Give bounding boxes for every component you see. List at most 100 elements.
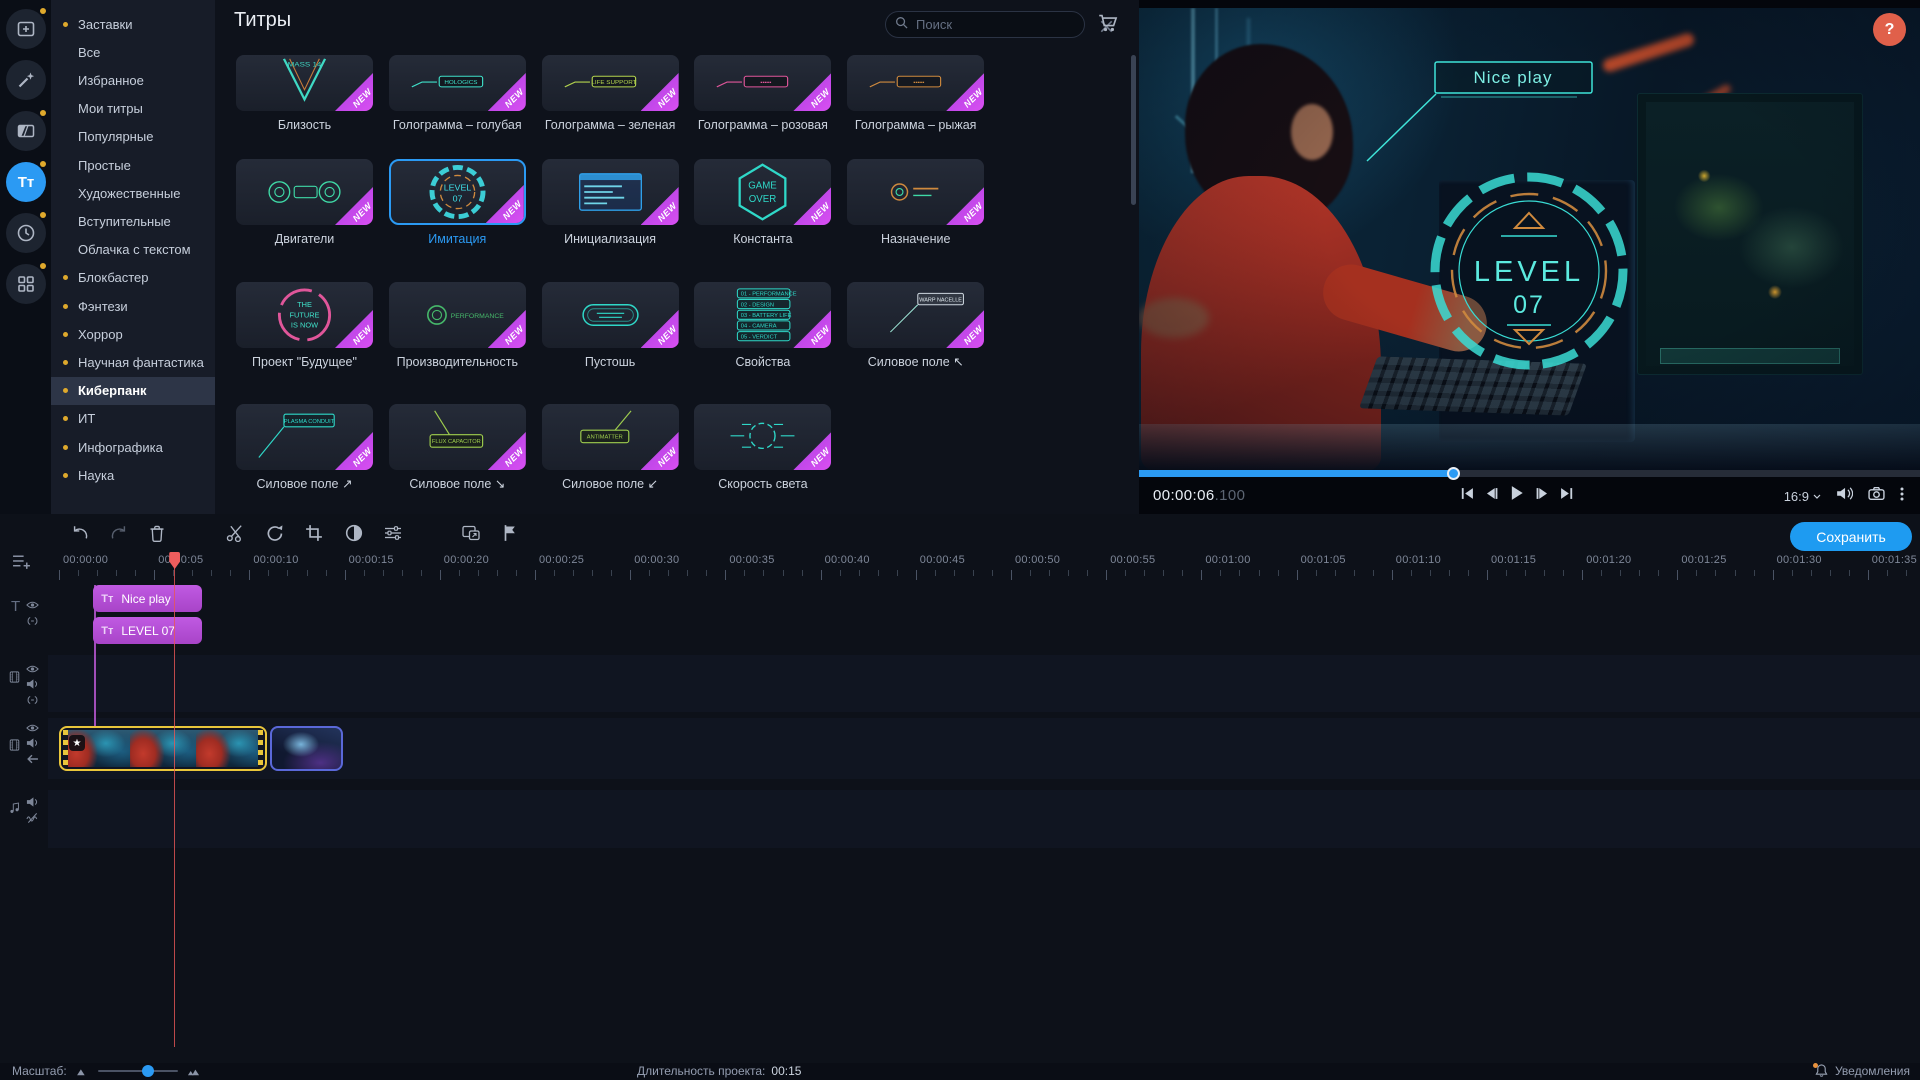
title-clip[interactable]: TтNice play — [93, 585, 202, 612]
overlay-track-visibility-icon[interactable] — [26, 662, 40, 676]
title-template-card[interactable]: FLUX CAPACITORNEWСиловое поле ↘ — [389, 404, 526, 493]
svg-text:LEVEL: LEVEL — [443, 183, 471, 193]
rail-item-titles[interactable]: Tт — [6, 162, 46, 202]
notifications-button[interactable]: Уведомления — [1815, 1064, 1910, 1078]
scissors-icon[interactable] — [224, 522, 246, 544]
crop-icon[interactable] — [303, 522, 325, 544]
sidebar-item-14[interactable]: Киберпанк — [51, 377, 215, 405]
svg-text:03 - BATTERY LIFE: 03 - BATTERY LIFE — [741, 313, 792, 319]
volume-icon[interactable] — [1836, 486, 1853, 506]
sidebar-item-17[interactable]: Наука — [51, 461, 215, 489]
rail-item-import[interactable] — [6, 9, 46, 49]
overlay-track-icon[interactable] — [8, 670, 22, 684]
sidebar-item-4[interactable]: Мои титры — [51, 95, 215, 123]
sidebar-item-12[interactable]: Хоррор — [51, 320, 215, 348]
title-template-card[interactable]: ▪▪▪▪▪NEWГолограмма – розовая — [694, 55, 831, 134]
sliders-icon[interactable] — [382, 522, 404, 544]
title-template-card[interactable]: 01 - PERFORMANCE02 - DESIGN03 - BATTERY … — [694, 282, 831, 371]
title-template-card[interactable]: PLASMA CONDUITNEWСиловое поле ↗ — [236, 404, 373, 493]
title-track-visibility-icon[interactable] — [26, 598, 40, 612]
category-label: Все — [78, 45, 100, 60]
aspect-ratio-select[interactable]: 16:9 — [1784, 489, 1821, 504]
zoom-in-mountain-icon[interactable] — [187, 1067, 200, 1076]
title-template-card[interactable]: NEWСкорость света — [694, 404, 831, 493]
title-track-link-icon[interactable] — [26, 614, 40, 628]
title-template-card[interactable]: NEWНазначение — [847, 159, 984, 248]
skip-end-button[interactable] — [1560, 487, 1573, 505]
audio-track-wave-icon[interactable] — [26, 811, 40, 825]
contrast-icon[interactable] — [343, 522, 365, 544]
store-cart-icon[interactable] — [1098, 14, 1120, 34]
sidebar-item-7[interactable]: Художественные — [51, 179, 215, 207]
title-template-card[interactable]: ANTIMATTERNEWСиловое поле ↙ — [542, 404, 679, 493]
sidebar-item-16[interactable]: Инфографика — [51, 433, 215, 461]
zoom-slider-thumb[interactable] — [142, 1065, 154, 1077]
title-template-card[interactable]: PERFORMANCENEWПроизводительность — [389, 282, 526, 371]
timeline-zoom-slider[interactable] — [98, 1070, 178, 1072]
skip-start-button[interactable] — [1461, 487, 1474, 505]
title-template-card[interactable]: WARP NACELLENEWСиловое поле ↖ — [847, 282, 984, 371]
video-track-visibility-icon[interactable] — [26, 721, 40, 735]
title-template-card[interactable]: THEFUTUREIS NOWNEWПроект "Будущее" — [236, 282, 373, 371]
title-template-card[interactable]: LEVEL07NEWИмитация — [389, 159, 526, 248]
preview-panel: Nice play LEVEL 07 ? 00:00:06.100 — [1139, 0, 1920, 514]
title-clip[interactable]: TтLEVEL 07 — [93, 617, 202, 644]
flag-icon[interactable] — [499, 522, 521, 544]
sidebar-item-10[interactable]: Блокбастер — [51, 264, 215, 292]
sidebar-item-8[interactable]: Вступительные — [51, 207, 215, 235]
scrollbar-thumb[interactable] — [1131, 55, 1136, 205]
sidebar-item-9[interactable]: Облачка с текстом — [51, 236, 215, 264]
save-button[interactable]: Сохранить — [1790, 522, 1912, 551]
search-input[interactable] — [916, 17, 1092, 32]
redo-icon[interactable] — [108, 522, 130, 544]
prev-frame-button[interactable] — [1485, 487, 1498, 505]
sidebar-item-11[interactable]: Фэнтези — [51, 292, 215, 320]
title-template-card[interactable]: NEWИнициализация — [542, 159, 679, 248]
snapshot-camera-icon[interactable] — [1868, 486, 1885, 506]
sidebar-item-3[interactable]: Избранное — [51, 66, 215, 94]
pip-export-icon[interactable] — [460, 522, 482, 544]
template-label: Свойства — [694, 355, 831, 371]
play-button[interactable] — [1509, 485, 1525, 506]
undo-icon[interactable] — [69, 522, 91, 544]
zoom-out-mountain-icon[interactable] — [76, 1067, 89, 1076]
audio-track-icon[interactable] — [8, 801, 22, 815]
audio-track-mute-icon[interactable] — [26, 795, 40, 809]
video-clip[interactable] — [270, 726, 342, 771]
titles-icon: Tт — [18, 174, 35, 191]
sidebar-item-15[interactable]: ИТ — [51, 405, 215, 433]
seek-bar[interactable] — [1139, 470, 1920, 477]
rail-item-transitions[interactable] — [6, 111, 46, 151]
title-template-card[interactable]: NEWПустошь — [542, 282, 679, 371]
title-template-card[interactable]: MASS 14NEWБлизость — [236, 55, 373, 134]
rail-item-stickers[interactable] — [6, 213, 46, 253]
add-track-icon[interactable] — [12, 554, 34, 572]
next-frame-button[interactable] — [1536, 487, 1549, 505]
video-track-icon[interactable] — [8, 738, 22, 752]
title-template-card[interactable]: HOLOGICSNEWГолограмма – голубая — [389, 55, 526, 134]
title-template-card[interactable]: GAMEOVERNEWКонстанта — [694, 159, 831, 248]
sidebar-item-2[interactable]: Все — [51, 38, 215, 66]
overlay-track-link-icon[interactable] — [26, 693, 40, 707]
sidebar-item-13[interactable]: Научная фантастика — [51, 348, 215, 376]
overlay-track-mute-icon[interactable] — [26, 677, 40, 691]
video-clip[interactable]: ★ — [59, 726, 267, 771]
title-template-card[interactable]: LIFE SUPPORTNEWГолограмма – зеленая — [542, 55, 679, 134]
svg-text:GAME: GAME — [749, 181, 778, 192]
video-track-mute-icon[interactable] — [26, 736, 40, 750]
trash-icon[interactable] — [146, 522, 168, 544]
rotate-icon[interactable] — [264, 522, 286, 544]
rail-item-filters[interactable] — [6, 60, 46, 100]
help-button[interactable]: ? — [1873, 13, 1906, 46]
kebab-menu-icon[interactable] — [1900, 487, 1904, 506]
sidebar-item-1[interactable]: Заставки — [51, 10, 215, 38]
title-template-card[interactable]: NEWДвигатели — [236, 159, 373, 248]
ruler-timecode: 00:00:25 — [539, 554, 584, 566]
title-template-card[interactable]: ▪▪▪▪▪NEWГолограмма – рыжая — [847, 55, 984, 134]
rail-item-more-tools[interactable] — [6, 264, 46, 304]
grid-icon — [16, 274, 36, 294]
video-track-arrow-icon[interactable] — [26, 752, 40, 766]
sidebar-item-5[interactable]: Популярные — [51, 123, 215, 151]
sidebar-item-6[interactable]: Простые — [51, 151, 215, 179]
playhead-handle[interactable] — [169, 552, 180, 569]
